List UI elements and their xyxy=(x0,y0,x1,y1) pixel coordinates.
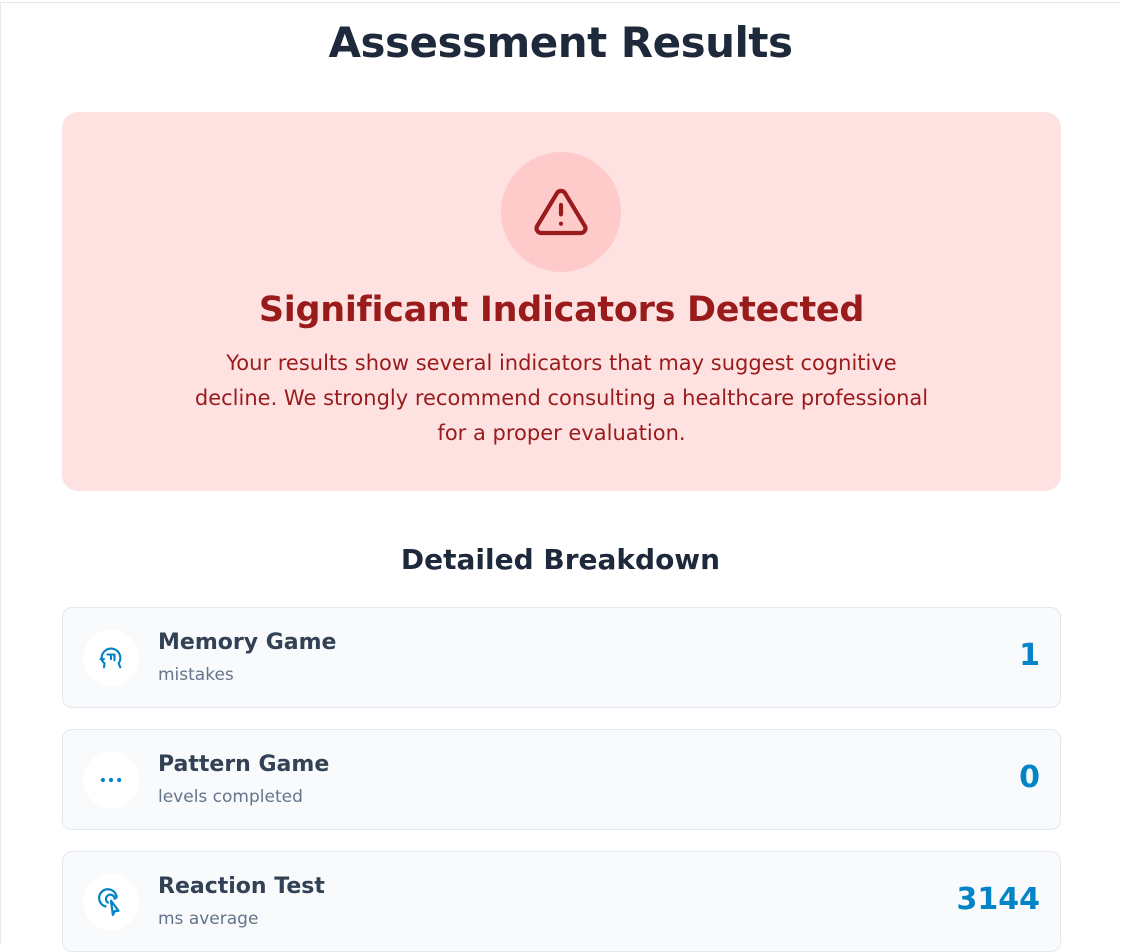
page-title: Assessment Results xyxy=(328,18,793,67)
result-card-pattern-game: Pattern Game levels completed 0 xyxy=(62,729,1061,830)
alert-icon-circle xyxy=(501,152,621,272)
alert-message: Your results show several indicators tha… xyxy=(194,351,929,445)
breakdown-title: Detailed Breakdown xyxy=(400,543,721,576)
card-icon xyxy=(83,630,139,686)
card-description: ms average xyxy=(158,909,259,929)
warning-triangle-icon xyxy=(534,188,588,236)
tap-pointer-icon xyxy=(98,888,120,916)
card-value: 0 xyxy=(1019,760,1040,795)
card-description: mistakes xyxy=(158,665,234,685)
card-name: Pattern Game xyxy=(158,752,330,777)
alert-card: Significant Indicators Detected Your res… xyxy=(62,112,1061,491)
card-icon xyxy=(83,874,139,930)
card-value: 3144 xyxy=(956,882,1041,917)
brain-head-icon xyxy=(99,647,122,669)
card-name: Memory Game xyxy=(158,630,337,655)
dots-icon xyxy=(100,777,122,783)
card-value: 1 xyxy=(1019,638,1040,673)
card-description: levels completed xyxy=(158,787,303,807)
alert-title: Significant Indicators Detected xyxy=(258,290,865,330)
result-card-reaction-test: Reaction Test ms average 3144 xyxy=(62,851,1061,952)
card-name: Reaction Test xyxy=(158,874,325,899)
card-icon xyxy=(83,752,139,808)
result-card-memory-game: Memory Game mistakes 1 xyxy=(62,607,1061,708)
